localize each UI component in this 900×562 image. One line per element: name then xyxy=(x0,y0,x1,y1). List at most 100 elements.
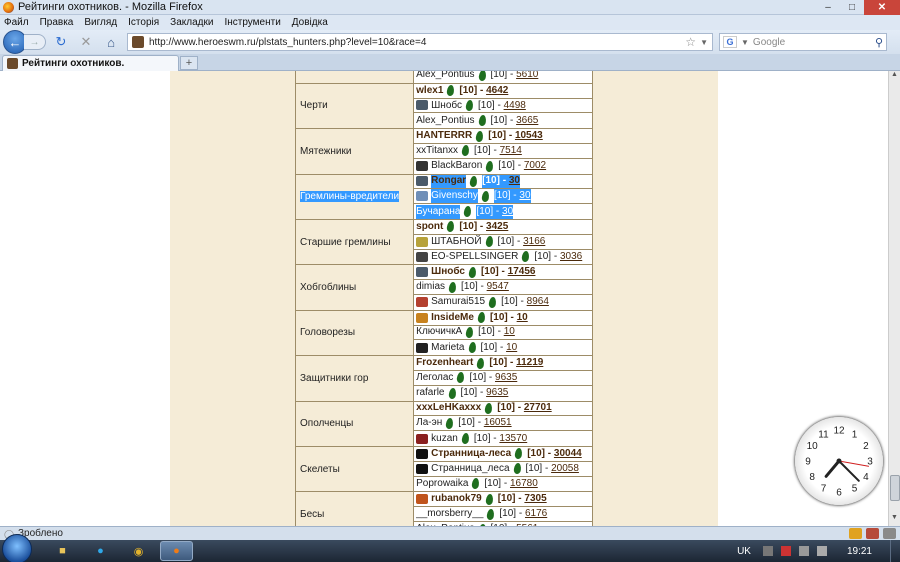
player-score-link[interactable]: 30 xyxy=(508,174,520,189)
scroll-thumb[interactable] xyxy=(890,475,900,501)
player-score-link[interactable]: 16051 xyxy=(484,416,512,430)
player-score-link[interactable]: 3166 xyxy=(523,235,545,249)
stop-button[interactable]: ✕ xyxy=(76,33,96,51)
language-indicator[interactable]: UK xyxy=(737,546,751,557)
clan-badge-icon[interactable] xyxy=(416,236,429,247)
page-scrollbar[interactable]: ▲ ▼ xyxy=(888,71,900,526)
player-score-link[interactable]: 13570 xyxy=(499,432,527,446)
player-name[interactable]: Бучарана xyxy=(416,204,461,219)
player-name[interactable]: rafarle xyxy=(416,386,444,400)
player-name[interactable]: xxxLeHKaxxx xyxy=(416,402,481,416)
player-name[interactable]: Шнобс xyxy=(431,99,462,113)
clan-badge-icon[interactable] xyxy=(416,494,429,505)
player-score-link[interactable]: 30 xyxy=(519,189,531,204)
menu-help[interactable]: Довідка xyxy=(292,17,328,28)
url-dropdown-icon[interactable]: ▼ xyxy=(700,38,708,47)
player-score-link[interactable]: 10 xyxy=(504,326,515,340)
player-score-link[interactable]: 17456 xyxy=(508,265,536,279)
player-score-link[interactable]: 3665 xyxy=(516,114,538,128)
clan-badge-icon[interactable] xyxy=(416,312,429,323)
player-name[interactable]: Ла-эн xyxy=(416,416,442,430)
search-box[interactable]: G ▼ Google ⚲ xyxy=(719,33,887,51)
menu-edit[interactable]: Правка xyxy=(40,17,74,28)
menu-history[interactable]: Історія xyxy=(128,17,159,28)
player-score-link[interactable]: 3425 xyxy=(486,220,508,234)
tray-clock[interactable]: 19:21 xyxy=(847,546,872,557)
tray-volume-icon[interactable] xyxy=(816,546,827,556)
player-name[interactable]: InsideMe xyxy=(431,311,474,325)
reload-button[interactable]: ↻ xyxy=(51,33,71,51)
player-score-link[interactable]: 9547 xyxy=(487,280,509,294)
player-name[interactable]: Marieta xyxy=(431,341,464,355)
clan-badge-icon[interactable] xyxy=(416,191,429,202)
taskbar-skype[interactable]: ● xyxy=(84,541,117,561)
show-desktop-button[interactable] xyxy=(890,540,900,562)
player-name[interactable]: Frozenheart xyxy=(416,356,473,370)
player-name[interactable]: КлючичкА xyxy=(416,326,462,340)
player-score-link[interactable]: 5610 xyxy=(516,71,538,82)
player-name[interactable]: Шнобс xyxy=(431,265,465,279)
player-name[interactable]: Rongar xyxy=(431,174,467,189)
maximize-button[interactable]: □ xyxy=(840,0,864,15)
player-score-link[interactable]: 3036 xyxy=(560,250,582,264)
menu-view[interactable]: Вигляд xyxy=(84,17,117,28)
player-score-link[interactable]: 10543 xyxy=(515,129,543,143)
player-score-link[interactable]: 4642 xyxy=(486,84,508,98)
player-name[interactable]: HANTERRR xyxy=(416,129,472,143)
clan-badge-icon[interactable] xyxy=(416,448,429,459)
google-engine-icon[interactable]: G xyxy=(723,36,737,48)
player-score-link[interactable]: 30 xyxy=(502,204,514,219)
player-name[interactable]: xxTitanxx xyxy=(416,144,458,158)
bookmark-star-icon[interactable]: ☆ xyxy=(685,35,696,49)
desktop-clock-gadget[interactable]: 12 1 2 3 4 5 6 7 8 9 10 11 xyxy=(795,417,883,505)
player-score-link[interactable]: 9635 xyxy=(486,386,508,400)
player-name[interactable]: spont xyxy=(416,220,443,234)
addon-gear-icon[interactable] xyxy=(883,528,896,539)
minimize-button[interactable]: – xyxy=(816,0,840,15)
player-score-link[interactable]: 16780 xyxy=(510,477,538,491)
menu-file[interactable]: Файл xyxy=(4,17,29,28)
menu-tools[interactable]: Інструменти xyxy=(224,17,280,28)
clan-badge-icon[interactable] xyxy=(416,297,429,308)
clan-badge-icon[interactable] xyxy=(416,267,429,278)
close-button[interactable]: ✕ xyxy=(864,0,900,15)
player-score-link[interactable]: 11219 xyxy=(516,356,543,370)
player-name[interactable]: Странница_леса xyxy=(431,462,509,476)
player-score-link[interactable]: 7514 xyxy=(500,144,522,158)
player-name[interactable]: ШТАБНОЙ xyxy=(431,235,481,249)
player-name[interactable]: Poprowaika xyxy=(416,477,468,491)
clan-badge-icon[interactable] xyxy=(416,100,429,111)
player-name[interactable]: kuzan xyxy=(431,432,458,446)
clan-badge-icon[interactable] xyxy=(416,342,429,353)
addon-fox-icon[interactable] xyxy=(866,528,879,539)
player-score-link[interactable]: 30044 xyxy=(554,447,582,461)
clan-badge-icon[interactable] xyxy=(416,176,429,187)
addon-smiley-icon[interactable] xyxy=(849,528,862,539)
player-name[interactable]: Леголас xyxy=(416,371,453,385)
player-score-link[interactable]: 10 xyxy=(506,341,517,355)
player-score-link[interactable]: 8964 xyxy=(527,295,549,309)
taskbar-firefox[interactable]: ● xyxy=(160,541,193,561)
player-score-link[interactable]: 6176 xyxy=(525,507,547,521)
player-score-link[interactable]: 20058 xyxy=(551,462,579,476)
tray-flag-icon[interactable] xyxy=(780,546,791,556)
player-name[interactable]: wlex1 xyxy=(416,84,443,98)
player-name[interactable]: rubanok79 xyxy=(431,492,482,506)
player-score-link[interactable]: 27701 xyxy=(524,402,552,416)
player-name[interactable]: BlackBaron xyxy=(431,159,482,173)
player-name[interactable]: Alex_Pontius xyxy=(416,71,474,82)
new-tab-button[interactable]: + xyxy=(180,56,198,70)
clan-badge-icon[interactable] xyxy=(416,463,429,474)
player-name[interactable]: Странница-леса xyxy=(431,447,511,461)
player-score-link[interactable]: 4498 xyxy=(504,99,526,113)
player-name[interactable]: Alex_Pontius xyxy=(416,114,474,128)
player-score-link[interactable]: 7002 xyxy=(524,159,546,173)
search-icon[interactable]: ⚲ xyxy=(875,36,883,49)
scroll-down-icon[interactable]: ▼ xyxy=(889,514,900,526)
player-score-link[interactable]: 7305 xyxy=(524,492,546,506)
forward-button[interactable]: → xyxy=(24,34,46,50)
start-button[interactable] xyxy=(2,534,32,562)
tray-chevron-icon[interactable] xyxy=(762,546,773,556)
player-score-link[interactable]: 10 xyxy=(517,311,528,325)
tray-network-icon[interactable] xyxy=(798,546,809,556)
